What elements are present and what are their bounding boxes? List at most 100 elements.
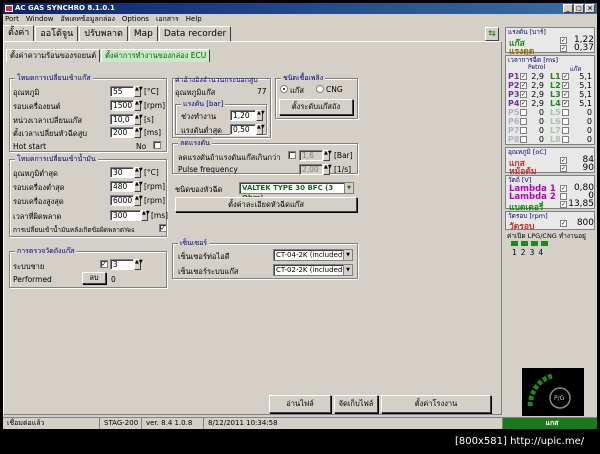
lambda1-checkbox[interactable]: ✓: [560, 185, 567, 192]
voltage-panel: วัตถ์ [V] Lambda 1 ✓ 0,80 Lambda 2 0 แบต…: [505, 175, 595, 213]
petrol-cyl-checkbox[interactable]: ✓: [520, 91, 527, 98]
map-sensor-select[interactable]: CT-04-2K (included in ▼: [273, 249, 353, 261]
active-cylinders-panel: ค่าเปิด LPG/CNG ทำงานอยู่ 1 2 3 4: [505, 232, 595, 262]
petrol-temp-input[interactable]: 30: [110, 167, 134, 178]
menu-options[interactable]: Options: [122, 14, 149, 24]
gas-switch-title: โหมดการเปลี่ยนเข้าแก๊ส: [15, 73, 93, 84]
petrol-cyl-checkbox[interactable]: [520, 118, 527, 125]
switch-icon[interactable]: ⇆: [485, 27, 499, 41]
petrol-rpm-max-input[interactable]: 6000: [110, 195, 134, 206]
gas-delay-spinner[interactable]: ▲▼: [134, 114, 143, 125]
petrol-cyl-checkbox[interactable]: ✓: [520, 73, 527, 80]
petrol-cyl-checkbox[interactable]: [520, 109, 527, 116]
rpm-value: 800: [576, 218, 594, 228]
vacuum-checkbox[interactable]: ✓: [560, 45, 567, 52]
reducer-temp-checkbox[interactable]: ✓: [560, 165, 567, 172]
save-file-button[interactable]: จัดเก็บไฟล์: [334, 395, 378, 413]
fuel-cng-radio[interactable]: [316, 85, 324, 93]
fuel-gas-radio[interactable]: [280, 85, 288, 93]
gas-cyl-delay-spinner[interactable]: ▲▼: [134, 127, 143, 138]
pulse-spinner[interactable]: ▲▼: [323, 164, 332, 175]
petrol-cyl-value: 2,9: [531, 81, 544, 90]
reducer-threshold-spinner[interactable]: ▲▼: [323, 150, 332, 161]
petrol-cyl-value: 2,9: [531, 72, 544, 81]
gas-pressure-checkbox[interactable]: ✓: [560, 37, 567, 44]
injector-fine-tune-button[interactable]: ตั้งค่าละเอียดหัวฉีดแก๊ส: [175, 197, 357, 212]
tank-test-input[interactable]: 3: [110, 259, 134, 270]
gas-cyl-checkbox[interactable]: [562, 127, 569, 134]
menu-docs[interactable]: เอกสาร: [156, 14, 179, 24]
gas-rpm-input[interactable]: 1500: [110, 100, 134, 111]
lambda2-checkbox[interactable]: [560, 193, 567, 200]
petrol-rpm-max-spinner[interactable]: ▲▼: [134, 195, 143, 206]
pulse-input[interactable]: 2,00: [299, 164, 323, 175]
error-delay-spinner[interactable]: ▲▼: [141, 210, 150, 221]
work-pressure-spinner[interactable]: ▲▼: [256, 110, 265, 121]
gas-sensor-select[interactable]: CT-02-2K (included in ▼: [273, 264, 353, 276]
gas-cyl-checkbox[interactable]: ✓: [562, 100, 569, 107]
gas-cyl-value: 5,1: [579, 81, 592, 90]
cylinder-2-indicator: [521, 241, 528, 246]
tab-map[interactable]: Map: [128, 26, 158, 41]
gas-cyl-checkbox[interactable]: ✓: [562, 82, 569, 89]
gas-cyl-label: L2: [550, 81, 561, 90]
work-pressure-input[interactable]: 1,20: [230, 110, 256, 121]
temp-panel: อุณหภูมิ [oC] แกส ✓ 84 หม้อต้ม ✓ 90: [505, 147, 595, 177]
gas-cyl-checkbox[interactable]: [562, 118, 569, 125]
subtab-engine[interactable]: ตั้งค่าความร้อนของรถยนต์: [6, 49, 101, 62]
hotstart-checkbox[interactable]: [153, 141, 161, 149]
rpm-checkbox[interactable]: ✓: [560, 220, 567, 227]
petrol-cyl-checkbox[interactable]: ✓: [520, 82, 527, 89]
read-file-button[interactable]: อ่านไฟล์: [269, 395, 331, 413]
cylinder-3-indicator: [531, 241, 538, 246]
gas-cyl-checkbox[interactable]: [562, 136, 569, 143]
injector-select[interactable]: VALTEK TYPE 30 BFC (3 Ohm) ▼: [239, 182, 354, 202]
petrol-cyl-checkbox[interactable]: [520, 136, 527, 143]
petrol-cyl-checkbox[interactable]: ✓: [520, 100, 527, 107]
petrol-rpm-min-spinner[interactable]: ▲▼: [134, 181, 143, 192]
gas-rpm-spinner[interactable]: ▲▼: [134, 100, 143, 111]
pg-logo-text: P/G: [554, 395, 565, 402]
gas-cyl-checkbox[interactable]: ✓: [562, 73, 569, 80]
min-pressure-input[interactable]: 0,50: [230, 124, 256, 135]
gas-temp-label: อุณหภูมิ: [13, 88, 40, 97]
fuel-type-title: ชนิดเชื้อเพลิง: [281, 73, 326, 84]
tank-test-checkbox[interactable]: ✓: [100, 260, 108, 268]
tank-test-spinner[interactable]: ▲▼: [134, 259, 143, 270]
gas-delay-input[interactable]: 10,0: [110, 114, 134, 125]
petrol-rpm-max-unit: [rpm]: [144, 196, 166, 205]
petrol-cyl-checkbox[interactable]: [520, 127, 527, 134]
maximize-button[interactable]: □: [574, 4, 584, 13]
tab-settings[interactable]: ตั้งค่า: [3, 25, 35, 41]
close-button[interactable]: ×: [585, 4, 595, 13]
petrol-temp-spinner[interactable]: ▲▼: [134, 167, 143, 178]
menu-help[interactable]: Help: [186, 14, 202, 24]
battery-checkbox[interactable]: ✓: [560, 201, 567, 208]
minimize-button[interactable]: _: [563, 4, 573, 13]
set-tank-level-button[interactable]: ตั้งระดับแก๊สถัง: [279, 99, 353, 115]
factory-settings-button[interactable]: ตั้งค่าโรงงาน: [381, 395, 491, 413]
gas-temp-spinner[interactable]: ▲▼: [134, 86, 143, 97]
menu-update[interactable]: อัพเดทข้อมูลกล่อง: [61, 14, 115, 24]
status-connection: เชื่อมต่อแล้ว: [7, 419, 45, 427]
error-delay-input[interactable]: 300: [110, 210, 141, 221]
gas-cyl-checkbox[interactable]: [562, 109, 569, 116]
tab-data-recorder[interactable]: Data recorder: [158, 26, 232, 41]
tab-autotune[interactable]: ออโต้จูน: [35, 26, 79, 41]
petrol-rpm-min-input[interactable]: 480: [110, 181, 134, 192]
min-pressure-spinner[interactable]: ▲▼: [256, 124, 265, 135]
gas-cyl-checkbox[interactable]: ✓: [562, 91, 569, 98]
reducer-threshold-input[interactable]: 1,6: [299, 150, 323, 161]
menu-window[interactable]: Window: [26, 14, 54, 24]
performed-reset-button[interactable]: ลบ: [82, 272, 106, 284]
reducer-threshold-label: ลดแรงดันถ้าแรงดันแก๊สเกินกว่า: [178, 153, 281, 162]
error-switch-checkbox[interactable]: ✓: [159, 224, 167, 232]
gas-temp-mon-checkbox[interactable]: ✓: [560, 157, 567, 164]
gas-temp-input[interactable]: 55: [110, 86, 134, 97]
pressure-panel: แรงดัน [บาร์] แก๊ส ✓ 1,22 แรงดูด ✓ 0,37: [505, 27, 595, 57]
subtab-ecu[interactable]: ตั้งค่าการทำงานของกล่อง ECU: [101, 49, 211, 62]
reducer-threshold-checkbox[interactable]: [288, 151, 296, 159]
gas-cyl-delay-input[interactable]: 200: [110, 127, 134, 138]
menu-port[interactable]: Port: [5, 14, 19, 24]
tab-calibration[interactable]: ปรับพลาต: [79, 26, 128, 41]
